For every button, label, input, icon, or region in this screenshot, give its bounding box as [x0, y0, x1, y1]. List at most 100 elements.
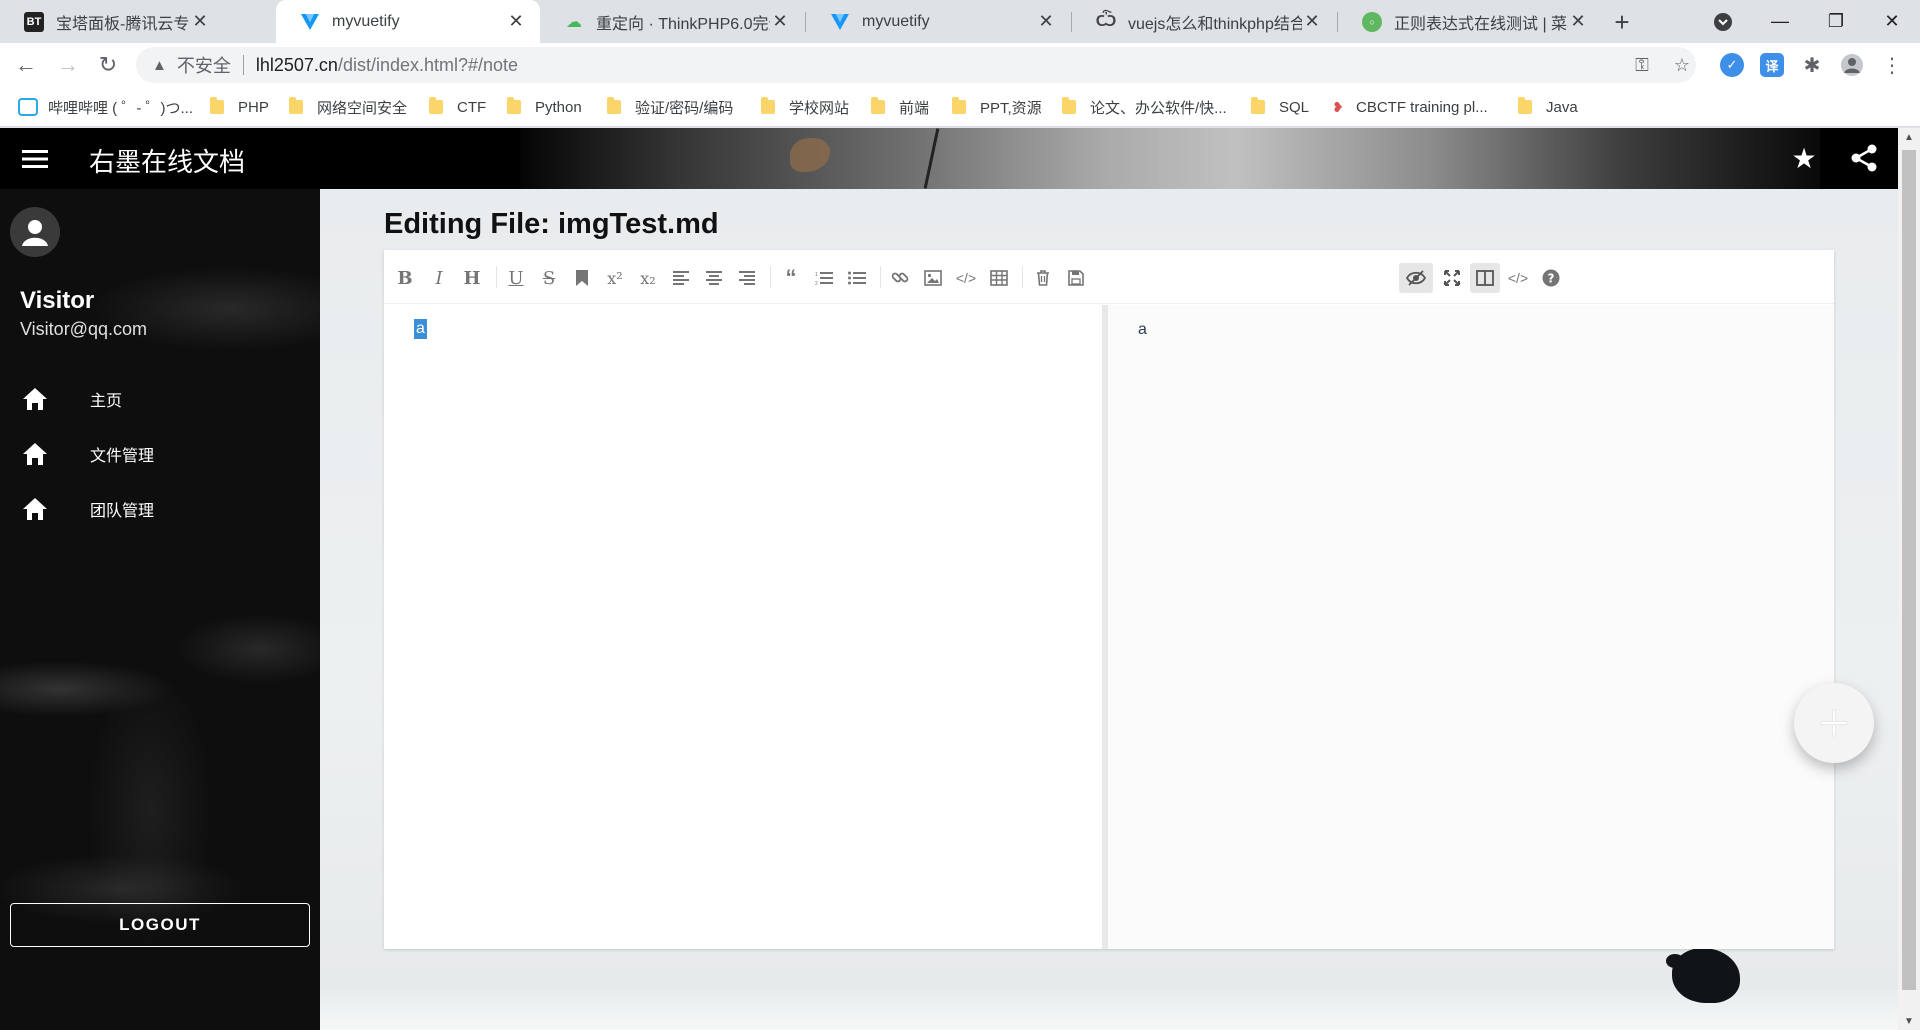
- back-arrow-icon[interactable]: ←: [12, 51, 40, 79]
- forward-arrow-icon[interactable]: →: [54, 51, 82, 79]
- key-icon[interactable]: ⚿: [1630, 53, 1654, 77]
- menu-icon[interactable]: [20, 144, 50, 174]
- warning-icon[interactable]: ▲: [152, 57, 167, 74]
- tab-title: myvuetify: [862, 12, 930, 30]
- browser-tab-myvuetify-active[interactable]: myvuetify ✕: [276, 0, 540, 43]
- nav-item-team-management[interactable]: 团队管理: [0, 484, 320, 534]
- header-icon[interactable]: H: [457, 263, 487, 293]
- superscript-icon[interactable]: x²: [600, 263, 630, 293]
- translate-icon[interactable]: 译: [1760, 53, 1784, 77]
- bookmark-python[interactable]: Python: [507, 95, 582, 119]
- add-fab-button[interactable]: [1794, 683, 1874, 763]
- bookmark-php[interactable]: PHP: [210, 95, 269, 119]
- close-icon[interactable]: ✕: [1036, 11, 1056, 32]
- scroll-up-icon[interactable]: ▲: [1898, 128, 1920, 146]
- star-bookmark-icon[interactable]: ☆: [1670, 53, 1694, 77]
- help-icon[interactable]: ?: [1536, 263, 1566, 293]
- bookmark-cbctf[interactable]: ❥ CBCTF training pl...: [1330, 95, 1488, 119]
- new-tab-button[interactable]: +: [1608, 7, 1636, 37]
- source-text-selection[interactable]: a: [414, 319, 427, 339]
- svg-text:2: 2: [815, 281, 818, 285]
- underline-icon[interactable]: U: [501, 263, 531, 293]
- link-icon[interactable]: [885, 263, 915, 293]
- star-icon[interactable]: ★: [1788, 142, 1820, 174]
- bookmark-label: 哔哩哔哩 ( ゜- ゜)つ...: [48, 99, 193, 117]
- split-view-icon[interactable]: [1470, 263, 1500, 293]
- bookmark-label: PHP: [238, 98, 269, 116]
- tab-title: vuejs怎么和thinkphp结合: [1128, 15, 1302, 33]
- bookmark-sql[interactable]: SQL: [1251, 95, 1309, 119]
- zhihu-icon: Ѽ: [1095, 12, 1117, 30]
- browser-tab-thinkphp[interactable]: ☁ 重定向 · ThinkPHP6.0完全 ✕: [540, 0, 804, 43]
- page-scrollbar[interactable]: ▲ ▼: [1898, 128, 1920, 1030]
- bookmark-network-security[interactable]: 网络空间安全: [289, 95, 407, 119]
- logout-button[interactable]: LOGOUT: [10, 903, 310, 947]
- extension-check-icon[interactable]: ✓: [1720, 53, 1744, 77]
- align-left-icon[interactable]: [666, 263, 696, 293]
- profile-icon[interactable]: [1840, 53, 1864, 77]
- runoob-icon: ○: [1362, 11, 1382, 32]
- quote-icon[interactable]: “: [776, 263, 806, 293]
- html-code-icon[interactable]: </>: [1503, 263, 1533, 293]
- scroll-down-icon[interactable]: ▼: [1898, 1012, 1920, 1030]
- close-icon[interactable]: ✕: [770, 11, 790, 32]
- ordered-list-icon[interactable]: 12: [809, 263, 839, 293]
- table-icon[interactable]: [984, 263, 1014, 293]
- bookmark-label: PPT,资源: [980, 99, 1042, 117]
- bookmark-java[interactable]: Java: [1518, 95, 1578, 119]
- vuetify-icon: [830, 12, 850, 32]
- close-icon[interactable]: ✕: [506, 11, 526, 32]
- nav-item-home[interactable]: 主页: [0, 374, 320, 424]
- navigation-drawer: Visitor Visitor@qq.com 主页 文件管理 团队管理 LOGO…: [0, 189, 320, 1030]
- restore-icon[interactable]: ❐: [1808, 0, 1864, 43]
- preview-toggle-icon[interactable]: [1399, 263, 1433, 293]
- cbctf-icon: ❥: [1332, 98, 1344, 115]
- browser-tab-bt[interactable]: BT 宝塔面板-腾讯云专享版 ✕: [0, 0, 224, 43]
- close-icon[interactable]: ✕: [1568, 11, 1588, 32]
- strikethrough-icon[interactable]: S: [534, 263, 564, 293]
- security-label[interactable]: 不安全: [177, 52, 231, 78]
- markdown-source-pane[interactable]: a: [384, 305, 1102, 949]
- more-vert-icon[interactable]: ⋮: [1880, 53, 1904, 77]
- reload-icon[interactable]: ↻: [94, 51, 122, 79]
- minimize-icon[interactable]: —: [1752, 0, 1808, 43]
- bold-icon[interactable]: B: [390, 263, 420, 293]
- puzzle-icon[interactable]: ✱: [1800, 53, 1824, 77]
- code-icon[interactable]: </>: [951, 263, 981, 293]
- vuetify-icon: [300, 12, 320, 32]
- address-bar[interactable]: ▲ 不安全 lhl2507.cn/dist/index.html?#/note: [136, 47, 1696, 83]
- bookmark-ppt[interactable]: PPT,资源: [952, 95, 1042, 119]
- toolbar-divider: [496, 266, 497, 288]
- italic-icon[interactable]: I: [424, 263, 454, 293]
- avatar[interactable]: [10, 207, 60, 257]
- bookmark-label: Python: [535, 98, 582, 116]
- align-center-icon[interactable]: [699, 263, 729, 293]
- share-icon[interactable]: [1848, 142, 1880, 174]
- bookmark-crypto[interactable]: 验证/密码/编码: [607, 95, 733, 119]
- save-icon[interactable]: [1061, 263, 1091, 293]
- bookmark-label: SQL: [1279, 98, 1310, 116]
- browser-tab-zhihu[interactable]: Ѽ vuejs怎么和thinkphp结合 ✕: [1072, 0, 1336, 43]
- page-viewport: 右墨在线文档 ★ Visitor Visitor@qq.com 主页 文件管理 …: [0, 128, 1920, 1030]
- tab-search-button[interactable]: [1695, 0, 1751, 43]
- subscript-icon[interactable]: x₂: [633, 263, 663, 293]
- image-icon[interactable]: [918, 263, 948, 293]
- browser-tab-myvuetify[interactable]: myvuetify ✕: [806, 0, 1070, 43]
- scroll-thumb[interactable]: [1902, 150, 1916, 990]
- nav-item-file-management[interactable]: 文件管理: [0, 429, 320, 479]
- bookmark-ctf[interactable]: CTF: [429, 95, 486, 119]
- close-window-icon[interactable]: ✕: [1864, 0, 1920, 43]
- bookmark-bilibili[interactable]: 哔哩哔哩 ( ゜- ゜)つ...: [18, 95, 193, 119]
- unordered-list-icon[interactable]: [842, 263, 872, 293]
- align-right-icon[interactable]: [732, 263, 762, 293]
- trash-icon[interactable]: [1028, 263, 1058, 293]
- bookmark-frontend[interactable]: 前端: [871, 95, 929, 119]
- toolbar-divider: [1022, 266, 1023, 288]
- bookmark-mark-icon[interactable]: [567, 263, 597, 293]
- bookmark-school[interactable]: 学校网站: [761, 95, 849, 119]
- bookmark-papers[interactable]: 论文、办公软件/快...: [1062, 95, 1227, 119]
- browser-tab-runoob[interactable]: ○ 正则表达式在线测试 | 菜鸟 ✕: [1338, 0, 1602, 43]
- close-icon[interactable]: ✕: [1302, 11, 1322, 32]
- fullscreen-icon[interactable]: [1437, 263, 1467, 293]
- close-icon[interactable]: ✕: [190, 11, 210, 32]
